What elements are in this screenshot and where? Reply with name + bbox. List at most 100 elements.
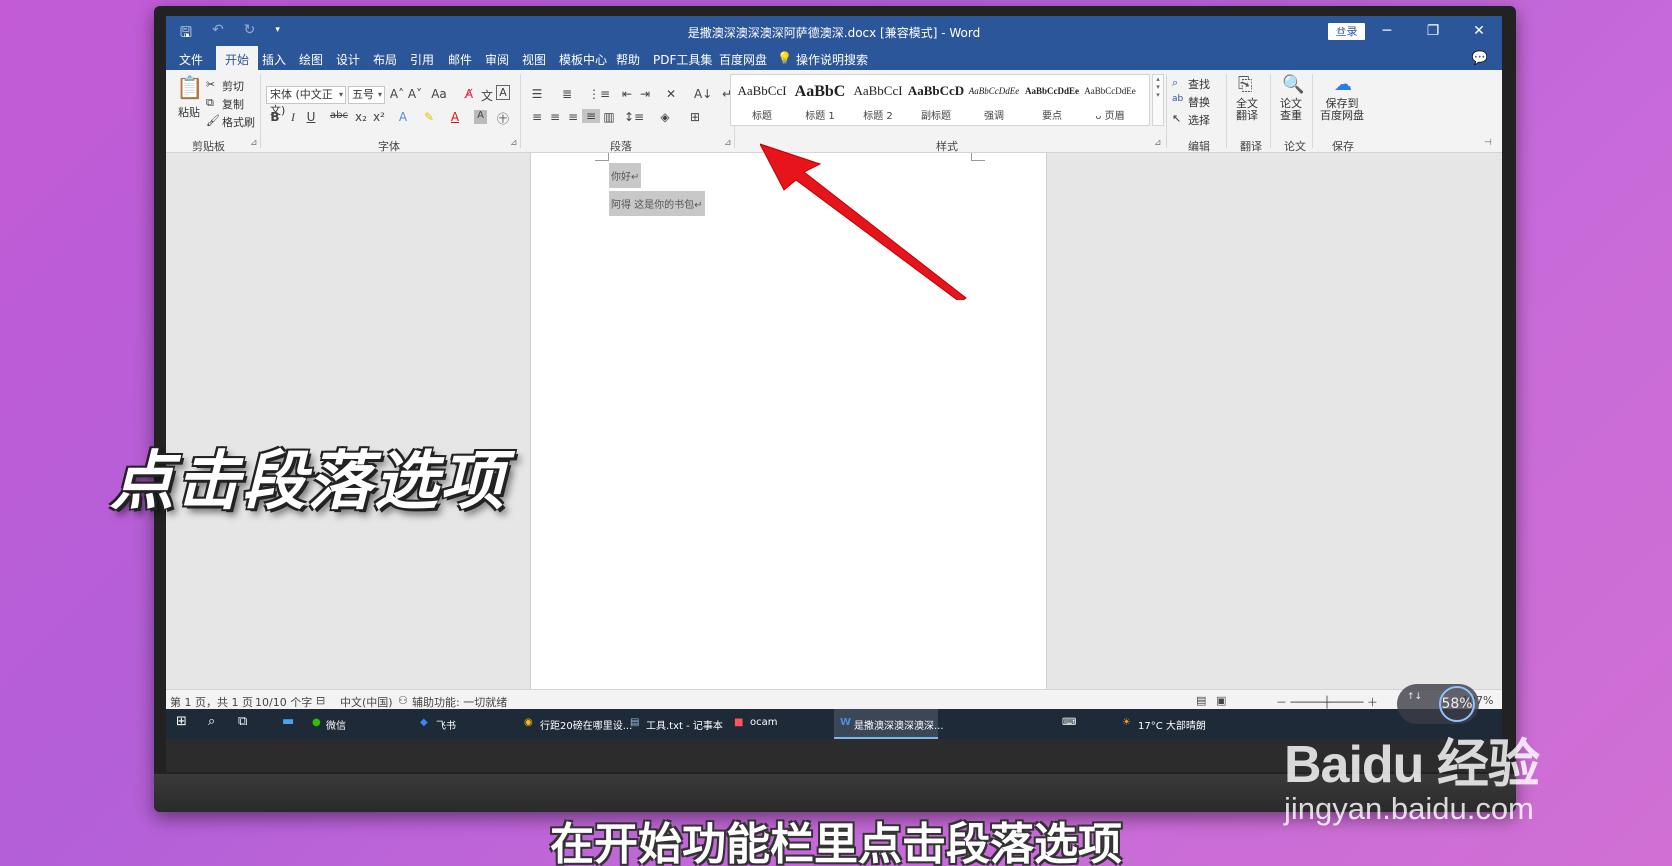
- read-mode-icon[interactable]: ▤: [1196, 694, 1206, 707]
- font-launcher-icon[interactable]: ⊿: [510, 138, 518, 148]
- taskbar-item-wechat[interactable]: 微信: [326, 717, 346, 732]
- save-to-netdisk-button[interactable]: 保存到 百度网盘: [1320, 98, 1364, 122]
- pin-ribbon-icon[interactable]: ⊣: [1484, 138, 1492, 148]
- line-spacing-icon[interactable]: ↕≡: [624, 110, 644, 124]
- multilevel-list-icon[interactable]: ⋮≡: [588, 87, 610, 101]
- cut-icon[interactable]: ✂: [206, 78, 215, 91]
- minimize-icon[interactable]: ─: [1364, 16, 1410, 46]
- restore-icon[interactable]: ❐: [1410, 16, 1456, 46]
- font-size-combo[interactable]: 五号 ▾: [348, 86, 385, 104]
- borders-icon[interactable]: ⊞: [686, 110, 704, 124]
- copy-button[interactable]: 复制: [222, 96, 244, 112]
- tab-layout[interactable]: 布局: [373, 51, 397, 68]
- weather-icon[interactable]: ☀: [1122, 717, 1131, 728]
- search-icon[interactable]: ⌕: [208, 714, 215, 729]
- paragraph-settings-launcher-icon[interactable]: ⊿: [724, 138, 732, 148]
- format-painter-button[interactable]: 格式刷: [222, 114, 255, 130]
- select-icon[interactable]: ↖: [1172, 112, 1181, 125]
- weather-text[interactable]: 17°C 大部晴朗: [1138, 717, 1206, 732]
- numbering-icon[interactable]: ≣: [558, 87, 576, 101]
- style-subtitle[interactable]: AaBbCcD 副标题: [907, 83, 965, 122]
- font-color-icon[interactable]: A: [446, 110, 464, 124]
- style-strong[interactable]: AaBbCcDdEe 要点: [1023, 83, 1081, 122]
- wechat-icon[interactable]: ●: [312, 717, 321, 728]
- distributed-icon[interactable]: ▥: [600, 110, 618, 124]
- styles-launcher-icon[interactable]: ⊿: [1154, 138, 1162, 148]
- copy-icon[interactable]: ⧉: [206, 96, 214, 110]
- baidu-netdisk-icon[interactable]: ☁: [1334, 74, 1352, 95]
- style-header[interactable]: AaBbCcDdEe ᴗ 页眉: [1081, 83, 1139, 122]
- tab-file[interactable]: 文件: [179, 51, 203, 68]
- feishu-icon[interactable]: ◆: [420, 717, 428, 728]
- bold-button[interactable]: B: [266, 110, 284, 124]
- tab-review[interactable]: 审阅: [485, 51, 509, 68]
- tab-baidu-netdisk[interactable]: 百度网盘: [719, 51, 767, 68]
- find-icon[interactable]: ⌕: [1172, 76, 1178, 90]
- windows-start-icon[interactable]: ⊞: [176, 714, 187, 729]
- tab-template-center[interactable]: 模板中心: [559, 51, 607, 68]
- taskbar-item-ocam[interactable]: ocam: [750, 717, 778, 728]
- tab-home[interactable]: 开始: [216, 46, 259, 70]
- character-border-icon[interactable]: A: [496, 85, 510, 100]
- align-center-icon[interactable]: ≡: [546, 110, 564, 124]
- text-effects-icon[interactable]: A: [394, 110, 412, 124]
- change-case-icon[interactable]: Aa: [430, 87, 448, 101]
- zoom-slider[interactable]: － ─────┼───── ＋: [1276, 694, 1378, 710]
- find-button[interactable]: 查找: [1188, 76, 1210, 92]
- font-name-combo[interactable]: 宋体 (中文正文) ▾: [266, 86, 346, 117]
- replace-button[interactable]: 替换: [1188, 94, 1210, 110]
- underline-button[interactable]: U: [302, 110, 320, 124]
- taskbar-item-chrome[interactable]: 行距20磅在哪里设...: [540, 717, 632, 732]
- chinese-layout-icon[interactable]: ✕: [662, 87, 680, 101]
- desktop-icon[interactable]: ▬: [282, 714, 294, 729]
- translate-icon[interactable]: ⎘: [1238, 74, 1252, 95]
- doc-paragraph[interactable]: 你好↵: [609, 163, 642, 188]
- task-view-icon[interactable]: ⧉: [238, 714, 247, 729]
- tab-view[interactable]: 视图: [522, 51, 546, 68]
- align-right-icon[interactable]: ≡: [564, 110, 582, 124]
- close-icon[interactable]: ✕: [1456, 16, 1502, 46]
- paper-check-button[interactable]: 论文 查重: [1280, 98, 1302, 122]
- styles-more-icon[interactable]: ▴ ▾ ▾: [1152, 74, 1164, 126]
- paper-check-icon[interactable]: 🔍: [1282, 74, 1304, 95]
- keyboard-icon[interactable]: ⌨: [1062, 717, 1076, 728]
- justify-icon[interactable]: ≡: [582, 109, 600, 123]
- superscript-button[interactable]: x²: [370, 110, 388, 124]
- highlight-icon[interactable]: ✎: [420, 110, 438, 124]
- shrink-font-icon[interactable]: A˅: [406, 87, 424, 101]
- align-left-icon[interactable]: ≡: [528, 110, 546, 124]
- print-layout-icon[interactable]: ▣: [1216, 694, 1226, 707]
- italic-button[interactable]: I: [284, 110, 302, 125]
- ribbon-display-icon[interactable]: ⊡: [1318, 16, 1364, 46]
- word-count[interactable]: 10/10 个字: [255, 694, 312, 710]
- taskbar-item-word[interactable]: 是撒澳深澳深澳深...: [854, 717, 944, 732]
- accessibility-status[interactable]: 辅助功能: 一切就绪: [412, 694, 507, 710]
- taskbar-item-feishu[interactable]: 飞书: [436, 717, 456, 732]
- tab-design[interactable]: 设计: [336, 51, 360, 68]
- tab-help[interactable]: 帮助: [616, 51, 640, 68]
- style-heading-1[interactable]: AaBbC 标题 1: [791, 83, 849, 122]
- grow-font-icon[interactable]: A˄: [388, 87, 406, 101]
- paste-button[interactable]: 粘贴: [178, 104, 200, 120]
- style-emphasis[interactable]: AaBbCcDdEe 强调: [965, 83, 1023, 122]
- tab-references[interactable]: 引用: [410, 51, 434, 68]
- notepad-icon[interactable]: ▤: [630, 717, 639, 728]
- cut-button[interactable]: 剪切: [222, 78, 244, 94]
- sort-icon[interactable]: A↓: [694, 87, 712, 101]
- format-painter-icon[interactable]: 🖌: [206, 114, 220, 127]
- proofing-icon[interactable]: ⊟: [316, 694, 325, 707]
- ocam-icon[interactable]: ■: [734, 717, 743, 728]
- style-title[interactable]: AaBbCcI 标题: [733, 83, 791, 122]
- taskbar-item-notepad[interactable]: 工具.txt - 记事本: [646, 717, 723, 732]
- tab-draw[interactable]: 绘图: [299, 51, 323, 68]
- phonetic-guide-icon[interactable]: 文: [478, 87, 496, 104]
- increase-indent-icon[interactable]: ⇥: [636, 87, 654, 101]
- replace-icon[interactable]: ab: [1172, 94, 1183, 104]
- tab-mailings[interactable]: 邮件: [448, 51, 472, 68]
- subscript-button[interactable]: x₂: [352, 110, 370, 124]
- full-translate-button[interactable]: 全文 翻译: [1236, 98, 1258, 122]
- chrome-icon[interactable]: ◉: [524, 717, 533, 728]
- paste-icon[interactable]: 📋: [176, 76, 203, 101]
- shading-icon[interactable]: ◈: [656, 110, 674, 124]
- bullets-icon[interactable]: ☰: [528, 87, 546, 101]
